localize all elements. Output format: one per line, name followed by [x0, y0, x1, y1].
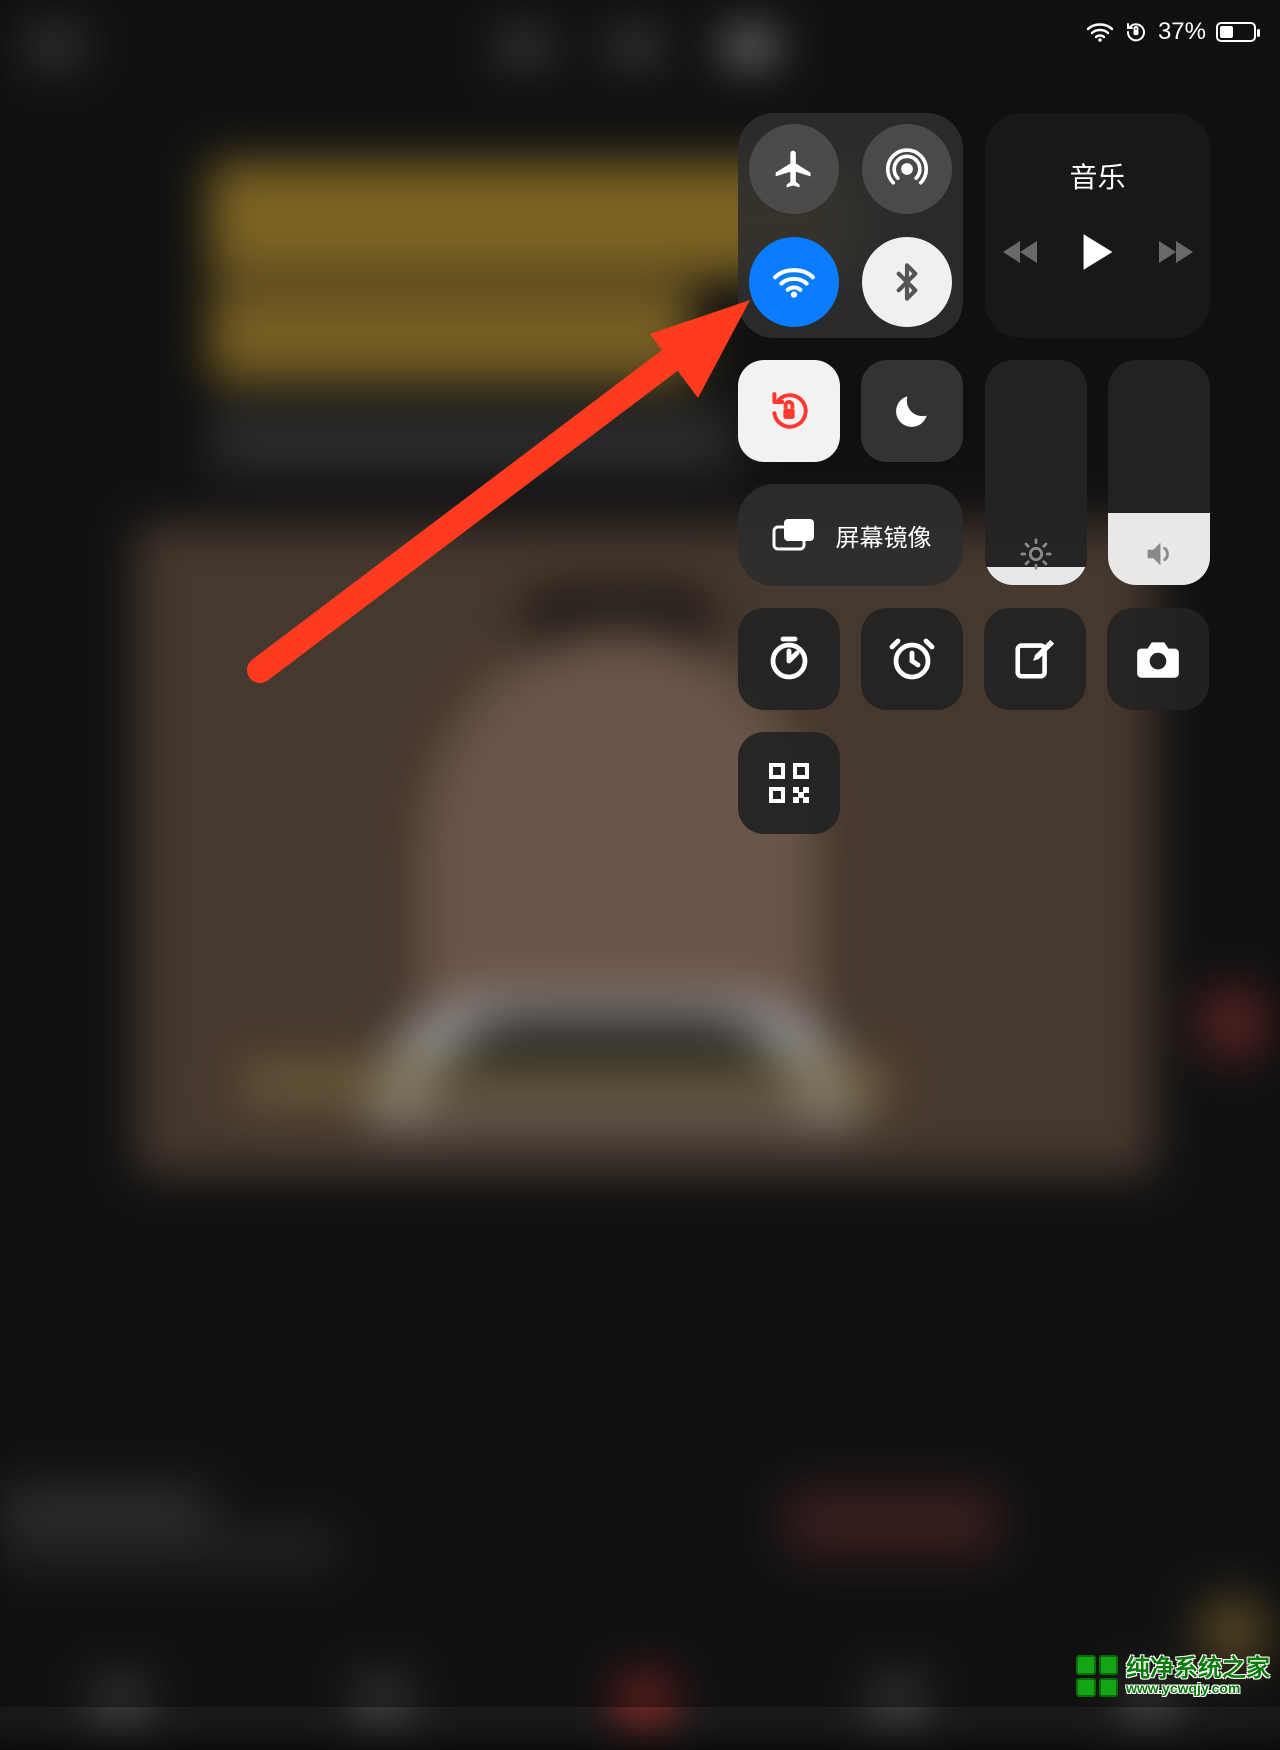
camera-shortcut[interactable] [1107, 608, 1209, 710]
status-bar: 37% [1086, 18, 1256, 46]
watermark-logo [1076, 1655, 1118, 1697]
sliders-group [985, 360, 1210, 585]
brightness-slider[interactable] [985, 360, 1087, 585]
orientation-lock-toggle[interactable] [738, 360, 840, 462]
screen-mirroring-icon [770, 515, 818, 555]
wifi-toggle[interactable] [749, 237, 839, 327]
music-title: 音乐 [1069, 156, 1125, 196]
focus-row [738, 360, 963, 462]
bluetooth-toggle[interactable] [862, 237, 952, 327]
battery-icon [1216, 22, 1256, 42]
alarm-shortcut[interactable] [861, 608, 963, 710]
brightness-icon [985, 537, 1087, 571]
screen-mirroring-label: 屏幕镜像 [836, 518, 932, 553]
music-widget[interactable]: 音乐 [985, 113, 1210, 338]
music-next-button[interactable] [1157, 238, 1193, 271]
play-icon [1081, 232, 1115, 272]
battery-percent: 37% [1158, 18, 1206, 46]
timer-icon [765, 635, 813, 683]
connectivity-group[interactable] [738, 113, 963, 338]
qr-scan-shortcut[interactable] [738, 732, 840, 834]
music-prev-button[interactable] [1003, 238, 1039, 271]
timer-shortcut[interactable] [738, 608, 840, 710]
airplane-icon [772, 147, 816, 191]
alarm-icon [888, 635, 936, 683]
control-center: 音乐 [738, 113, 1210, 834]
volume-icon [1108, 537, 1210, 571]
qr-code-icon [765, 759, 813, 807]
watermark-text: 纯净系统之家 [1126, 1656, 1270, 1681]
orientation-lock-status-icon [1124, 20, 1148, 44]
fastforward-icon [1157, 238, 1193, 266]
notes-shortcut[interactable] [984, 608, 1086, 710]
airdrop-icon [885, 147, 929, 191]
wifi-icon [772, 263, 816, 301]
compose-icon [1012, 636, 1058, 682]
bluetooth-icon [887, 260, 927, 304]
rewind-icon [1003, 238, 1039, 266]
watermark-url: www.ycwqjy.com [1126, 1681, 1270, 1696]
do-not-disturb-toggle[interactable] [861, 360, 963, 462]
camera-icon [1133, 638, 1183, 680]
moon-icon [890, 389, 934, 433]
shortcuts-row [738, 608, 1210, 710]
volume-slider[interactable] [1108, 360, 1210, 585]
orientation-lock-icon [762, 384, 816, 438]
screen-mirroring-button[interactable]: 屏幕镜像 [738, 484, 963, 586]
airdrop-toggle[interactable] [862, 124, 952, 214]
music-play-button[interactable] [1081, 232, 1115, 277]
wifi-status-icon [1086, 21, 1114, 43]
airplane-mode-toggle[interactable] [749, 124, 839, 214]
watermark: 纯净系统之家 www.ycwqjy.com [1076, 1655, 1270, 1697]
